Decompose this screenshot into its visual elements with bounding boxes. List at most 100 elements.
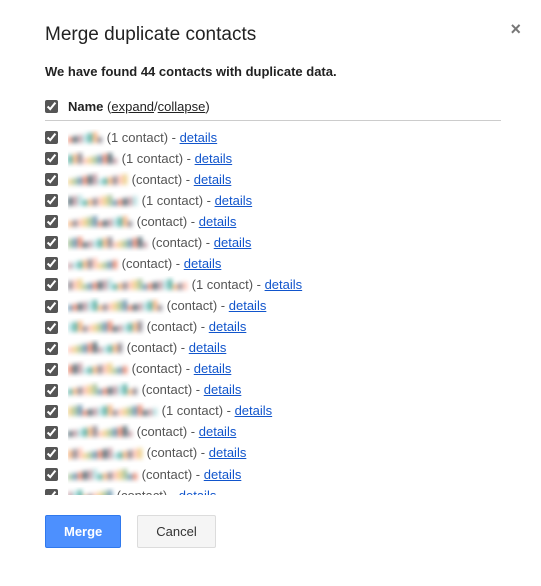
details-link[interactable]: details xyxy=(209,445,247,460)
redacted-name xyxy=(68,361,128,378)
redacted-name xyxy=(68,382,138,399)
details-link[interactable]: details xyxy=(199,214,237,229)
details-link[interactable]: details xyxy=(214,235,252,250)
contact-row: (contact) - details xyxy=(45,317,497,338)
contact-content: (contact) - details xyxy=(68,339,497,357)
contact-checkbox[interactable] xyxy=(45,215,58,228)
contact-row: (contact) - details xyxy=(45,338,497,359)
redacted-name xyxy=(68,277,188,294)
contact-row: (contact) - details xyxy=(45,211,497,232)
contact-suffix: (contact) - xyxy=(143,319,209,334)
contact-checkbox[interactable] xyxy=(45,447,58,460)
contact-checkbox[interactable] xyxy=(45,384,58,397)
redacted-name xyxy=(68,151,118,168)
details-link[interactable]: details xyxy=(194,172,232,187)
redacted-name xyxy=(68,298,163,315)
contact-content: (contact) - details xyxy=(68,381,497,399)
contact-content: (contact) - details xyxy=(68,466,497,484)
contact-checkbox[interactable] xyxy=(45,321,58,334)
dialog-subtitle: We have found 44 contacts with duplicate… xyxy=(45,64,501,79)
redacted-name xyxy=(68,235,148,252)
details-link[interactable]: details xyxy=(265,277,303,292)
contact-content: (contact) - details xyxy=(68,360,497,378)
contact-row: (contact) - details xyxy=(45,232,497,253)
details-link[interactable]: details xyxy=(195,151,233,166)
details-link[interactable]: details xyxy=(199,424,237,439)
contact-row: (1 contact) - details xyxy=(45,190,497,211)
dialog-footer: Merge Cancel xyxy=(45,511,501,548)
contact-content: (contact) - details xyxy=(68,444,497,462)
contact-suffix: (contact) - xyxy=(148,235,214,250)
merge-button[interactable]: Merge xyxy=(45,515,121,548)
redacted-name xyxy=(68,256,118,273)
contact-checkbox[interactable] xyxy=(45,278,58,291)
cancel-button[interactable]: Cancel xyxy=(137,515,215,548)
redacted-name xyxy=(68,214,133,231)
contact-content: (1 contact) - details xyxy=(68,129,497,147)
details-link[interactable]: details xyxy=(184,256,222,271)
contact-row: (contact) - details xyxy=(45,380,497,401)
details-link[interactable]: details xyxy=(180,130,218,145)
merge-duplicates-dialog: × Merge duplicate contacts We have found… xyxy=(0,0,541,586)
contact-content: (1 contact) - details xyxy=(68,192,497,210)
contact-row: (1 contact) - details xyxy=(45,148,497,169)
contacts-list[interactable]: (1 contact) - details (1 contact) - deta… xyxy=(45,127,501,495)
contact-suffix: (contact) - xyxy=(118,256,184,271)
contact-suffix: (contact) - xyxy=(133,424,199,439)
contact-checkbox[interactable] xyxy=(45,468,58,481)
contact-checkbox[interactable] xyxy=(45,405,58,418)
contact-checkbox[interactable] xyxy=(45,342,58,355)
details-link[interactable]: details xyxy=(179,488,217,495)
contact-checkbox[interactable] xyxy=(45,363,58,376)
details-link[interactable]: details xyxy=(189,340,227,355)
contact-row: (1 contact) - details xyxy=(45,274,497,295)
contact-row: (contact) - details xyxy=(45,169,497,190)
details-link[interactable]: details xyxy=(229,298,267,313)
contact-checkbox[interactable] xyxy=(45,173,58,186)
contact-checkbox[interactable] xyxy=(45,300,58,313)
contact-checkbox[interactable] xyxy=(45,236,58,249)
contact-suffix: (1 contact) - xyxy=(188,277,265,292)
contact-suffix: (contact) - xyxy=(113,488,179,495)
redacted-name xyxy=(68,403,158,420)
contact-checkbox[interactable] xyxy=(45,489,58,495)
expand-link[interactable]: expand xyxy=(111,99,154,114)
contact-checkbox[interactable] xyxy=(45,194,58,207)
details-link[interactable]: details xyxy=(215,193,253,208)
close-icon[interactable]: × xyxy=(510,20,521,38)
contact-content: (contact) - details xyxy=(68,255,497,273)
redacted-name xyxy=(68,340,123,357)
contact-suffix: (1 contact) - xyxy=(138,193,215,208)
contact-row: (contact) - details xyxy=(45,296,497,317)
contact-content: (contact) - details xyxy=(68,423,497,441)
redacted-name xyxy=(68,424,133,441)
details-link[interactable]: details xyxy=(235,403,273,418)
details-link[interactable]: details xyxy=(209,319,247,334)
contact-content: (1 contact) - details xyxy=(68,402,497,420)
contact-checkbox[interactable] xyxy=(45,152,58,165)
redacted-name xyxy=(68,488,113,495)
collapse-link[interactable]: collapse xyxy=(158,99,206,114)
select-all-checkbox[interactable] xyxy=(45,100,58,113)
redacted-name xyxy=(68,130,103,147)
contact-suffix: (1 contact) - xyxy=(158,403,235,418)
redacted-name xyxy=(68,172,128,189)
contact-suffix: (contact) - xyxy=(123,340,189,355)
contact-row: (contact) - details xyxy=(45,464,497,485)
contact-row: (contact) - details xyxy=(45,422,497,443)
contact-row: (contact) - details xyxy=(45,443,497,464)
dialog-title: Merge duplicate contacts xyxy=(45,20,501,46)
redacted-name xyxy=(68,467,138,484)
contact-row: (contact) - details xyxy=(45,485,497,495)
contact-row: (contact) - details xyxy=(45,253,497,274)
contact-content: (contact) - details xyxy=(68,297,497,315)
details-link[interactable]: details xyxy=(204,467,242,482)
contact-checkbox[interactable] xyxy=(45,257,58,270)
details-link[interactable]: details xyxy=(204,382,242,397)
contact-suffix: (contact) - xyxy=(138,467,204,482)
contact-checkbox[interactable] xyxy=(45,426,58,439)
contact-checkbox[interactable] xyxy=(45,131,58,144)
details-link[interactable]: details xyxy=(194,361,232,376)
redacted-name xyxy=(68,319,143,336)
redacted-name xyxy=(68,193,138,210)
